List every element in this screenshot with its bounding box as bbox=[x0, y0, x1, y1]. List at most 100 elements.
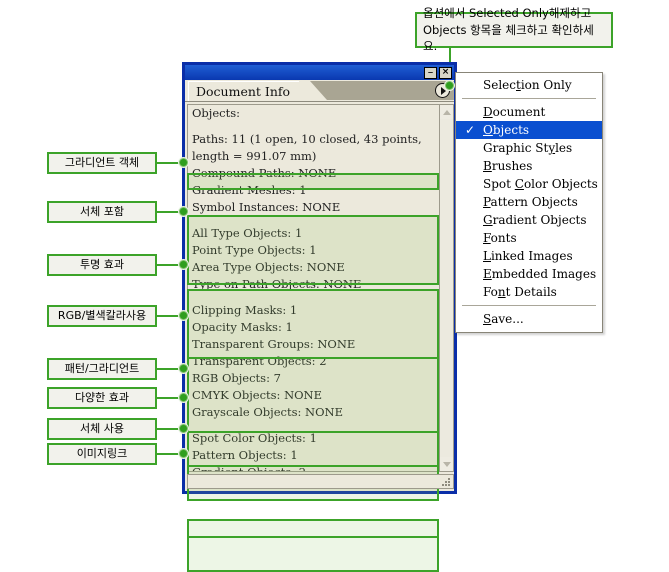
callout-gradient-object: 그라디언트 객체 bbox=[47, 152, 157, 174]
palette-tab-row: Document Info bbox=[185, 80, 454, 102]
callout-label: 서체 포함 bbox=[80, 205, 124, 219]
menu-item-label: Pattern Objects bbox=[483, 195, 578, 209]
menu-item-label: Font Details bbox=[483, 285, 557, 299]
close-button[interactable]: × bbox=[439, 66, 452, 79]
chevron-down-icon bbox=[442, 461, 451, 467]
menu-item-spot-color-objects[interactable]: Spot Color Objects bbox=[456, 175, 602, 193]
anchor-dot-6 bbox=[179, 393, 188, 402]
callout-pattern-gradient: 패턴/그라디언트 bbox=[47, 358, 157, 380]
highlight-images bbox=[187, 536, 439, 572]
callout-transparency-effect: 투명 효과 bbox=[47, 254, 157, 276]
info-line: Transparent Objects: 2 bbox=[192, 354, 327, 368]
callout-label: 이미지링크 bbox=[76, 447, 128, 461]
chevron-up-icon bbox=[442, 109, 451, 115]
callout-various-effects: 다양한 효과 bbox=[47, 387, 157, 409]
info-line: Type on Path Objects: NONE bbox=[192, 277, 362, 291]
menu-item-pattern-objects[interactable]: Pattern Objects bbox=[456, 193, 602, 211]
instruction-callout: 옵션에서 Selected Only해제하고 Objects 항목을 체크하고 … bbox=[415, 6, 613, 53]
menu-item-linked-images[interactable]: Linked Images bbox=[456, 247, 602, 265]
info-line: All Type Objects: 1 bbox=[192, 226, 303, 240]
minimize-button[interactable]: _ bbox=[424, 64, 437, 79]
close-icon: × bbox=[441, 67, 450, 77]
info-line: Gradient Objects: 2 bbox=[192, 465, 307, 472]
info-line: CMYK Objects: NONE bbox=[192, 388, 323, 402]
info-line: Grayscale Objects: NONE bbox=[192, 405, 343, 419]
menu-separator bbox=[462, 305, 596, 306]
info-line: Pattern Objects: 1 bbox=[192, 448, 298, 462]
menu-item-label: Graphic Styles bbox=[483, 141, 573, 155]
menu-item-label: Fonts bbox=[483, 231, 517, 245]
minimize-icon: _ bbox=[428, 64, 433, 74]
menu-item-font-details[interactable]: Font Details bbox=[456, 283, 602, 301]
menu-item-label: Save... bbox=[483, 312, 524, 326]
document-info-list[interactable]: Objects: Paths: 11 (1 open, 10 closed, 43… bbox=[187, 104, 439, 472]
scroll-up-button[interactable] bbox=[440, 105, 453, 119]
callout-label: 패턴/그라디언트 bbox=[64, 362, 140, 376]
tab-label: Document Info bbox=[196, 84, 291, 99]
callout-label: 투명 효과 bbox=[80, 258, 124, 272]
resize-grip[interactable] bbox=[442, 478, 450, 486]
info-line: Area Type Objects: NONE bbox=[192, 260, 345, 274]
callout-image-link: 이미지링크 bbox=[47, 443, 157, 465]
info-line: Opacity Masks: 1 bbox=[192, 320, 293, 334]
tab-document-info[interactable]: Document Info bbox=[188, 81, 300, 101]
menu-item-objects[interactable]: ✓ Objects bbox=[456, 121, 602, 139]
menu-item-label: Objects bbox=[483, 123, 530, 137]
anchor-dot-5 bbox=[179, 364, 188, 373]
callout-font-usage: 서체 사용 bbox=[47, 418, 157, 440]
anchor-dot-8 bbox=[179, 449, 188, 458]
callout-rgb-spot-color: RGB/별색칼라사용 bbox=[47, 305, 157, 327]
anchor-dot-menu bbox=[445, 81, 454, 90]
menu-item-label: Document bbox=[483, 105, 546, 119]
menu-item-label: Selection Only bbox=[483, 78, 572, 92]
anchor-dot-3 bbox=[179, 260, 188, 269]
palette-options-menu[interactable]: Selection Only Document ✓ Objects Graphic St… bbox=[455, 72, 603, 333]
menu-item-gradient-objects[interactable]: Gradient Objects bbox=[456, 211, 602, 229]
menu-item-document[interactable]: Document bbox=[456, 103, 602, 121]
menu-item-label: Linked Images bbox=[483, 249, 573, 263]
palette-body: Objects: Paths: 11 (1 open, 10 closed, 43… bbox=[187, 104, 454, 572]
check-icon: ✓ bbox=[465, 123, 476, 137]
info-line: Objects: bbox=[192, 106, 240, 120]
anchor-dot-1 bbox=[179, 158, 188, 167]
menu-item-fonts[interactable]: Fonts bbox=[456, 229, 602, 247]
menu-item-label: Spot Color Objects bbox=[483, 177, 598, 191]
palette-status-bar bbox=[187, 474, 454, 489]
menu-item-label: Brushes bbox=[483, 159, 533, 173]
info-line: Symbol Instances: NONE bbox=[192, 200, 341, 214]
document-info-palette: _ × Document Info Objects: Paths: 11 (1 o… bbox=[182, 62, 457, 572]
menu-item-save[interactable]: Save... bbox=[456, 310, 602, 328]
tab-slant-decoration bbox=[310, 81, 327, 100]
info-line: Gradient Meshes: 1 bbox=[192, 183, 307, 197]
highlight-fonts bbox=[187, 519, 439, 538]
menu-item-brushes[interactable]: Brushes bbox=[456, 157, 602, 175]
info-line: Compound Paths: NONE bbox=[192, 166, 337, 180]
info-line: Transparent Groups: NONE bbox=[192, 337, 356, 351]
callout-font-included: 서체 포함 bbox=[47, 201, 157, 223]
info-line: Paths: 11 (1 open, 10 closed, 43 points,… bbox=[192, 132, 422, 163]
anchor-dot-7 bbox=[179, 424, 188, 433]
callout-label: 다양한 효과 bbox=[74, 391, 130, 405]
menu-item-embedded-images[interactable]: Embedded Images bbox=[456, 265, 602, 283]
scroll-down-button[interactable] bbox=[440, 457, 453, 471]
menu-item-label: Embedded Images bbox=[483, 267, 597, 281]
menu-separator bbox=[462, 98, 596, 99]
anchor-dot-4 bbox=[179, 311, 188, 320]
palette-title-bar[interactable]: _ × bbox=[185, 65, 454, 80]
info-line: Point Type Objects: 1 bbox=[192, 243, 317, 257]
callout-label: 서체 사용 bbox=[80, 422, 124, 436]
callout-label: RGB/별색칼라사용 bbox=[57, 309, 147, 323]
menu-item-selection-only[interactable]: Selection Only bbox=[456, 76, 602, 94]
instruction-line-1: 옵션에서 Selected Only해제하고 bbox=[423, 6, 592, 20]
vertical-scrollbar[interactable] bbox=[439, 104, 454, 472]
anchor-dot-2 bbox=[179, 207, 188, 216]
menu-item-graphic-styles[interactable]: Graphic Styles bbox=[456, 139, 602, 157]
callout-label: 그라디언트 객체 bbox=[64, 156, 140, 170]
info-line: Spot Color Objects: 1 bbox=[192, 431, 317, 445]
info-line: Clipping Masks: 1 bbox=[192, 303, 298, 317]
menu-item-label: Gradient Objects bbox=[483, 213, 587, 227]
